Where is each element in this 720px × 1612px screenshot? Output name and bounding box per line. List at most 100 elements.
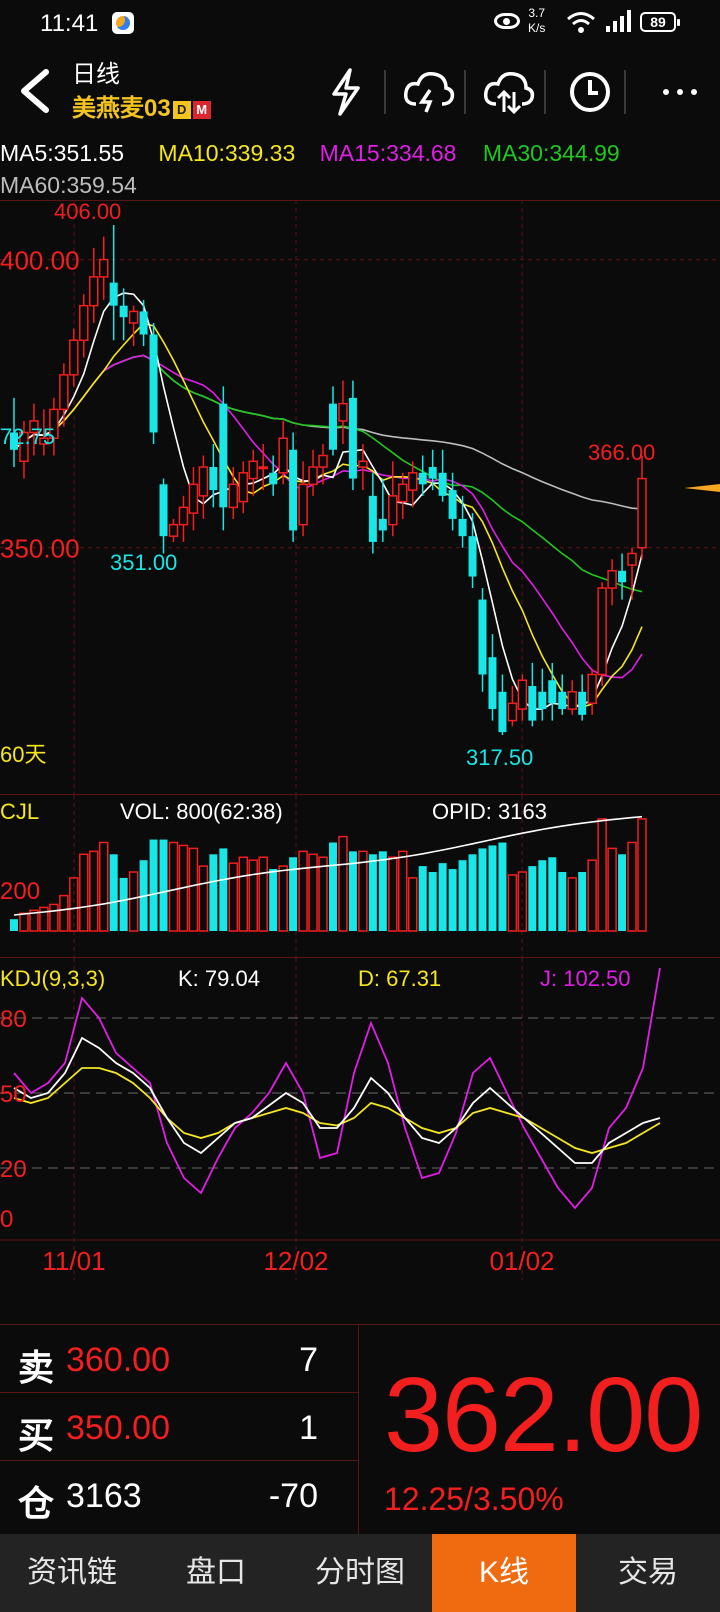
volume-bar [578,872,587,931]
candle-body [438,472,447,496]
oi-label: 仓 [18,1483,55,1524]
candle-body [378,518,387,531]
volume-bar [488,845,497,931]
volume-chart[interactable]: CJL VOL: 800(62:38) OPID: 3163 200 [0,795,720,957]
candle-body [388,495,398,526]
kdj-title: KDJ(9,3,3) [0,966,105,991]
volume-bar [258,856,268,932]
candle-body [407,472,418,491]
app-notification-icon [112,12,134,34]
volume-bar [168,841,179,932]
volume-bar [627,841,637,932]
header-separator [624,70,626,114]
kdj-chart[interactable]: KDJ(9,3,3) K: 79.04 D: 67.31 J: 102.50 80 50 2… [0,958,720,1280]
candle-body [498,691,507,733]
candle-body [198,466,209,497]
candle-body [618,570,627,583]
volume-bar [248,859,258,932]
candle-body [289,449,298,531]
header-separator [464,70,466,114]
cloud-lightning-icon[interactable] [398,64,458,120]
more-icon[interactable] [652,64,712,120]
price-change: 12.25/3.50% [384,1481,564,1517]
tab-trade[interactable]: 交易 [576,1534,720,1612]
candle-body [507,702,518,722]
kdj-d-line [13,1067,661,1154]
volume-bar [418,866,427,931]
sell-price: 360.00 [66,1341,170,1379]
volume-bar [219,848,228,931]
volume-bar [238,856,249,932]
candle-body [128,310,139,324]
volume-bar [128,871,139,932]
volume-bar [298,850,308,932]
candle-body [428,467,437,479]
volume-bar [10,919,18,931]
candlestick-chart[interactable]: 400.00 350.00 406.00 72.75 351.00 317.50 366.0… [0,200,720,794]
volume-bar [119,877,128,931]
volume-bar [109,854,118,931]
opid-value: OPID: 3163 [432,799,547,824]
tab-orderbook[interactable]: 盘口 [144,1534,288,1612]
eye-icon [494,13,520,29]
candle-body [597,587,607,676]
volume-bar [458,860,467,931]
battery-icon: 89 [640,12,680,32]
cloud-sync-icon[interactable] [478,64,538,120]
volume-bar [428,872,437,931]
candle-body [69,339,79,376]
candle-body [228,483,239,509]
symbol-title[interactable]: 美燕麦03 D M [72,88,211,123]
top-header: 日线 美燕麦03 D M [0,48,720,134]
volume-bar [388,856,398,932]
wifi-icon [567,12,595,33]
back-arrow-icon[interactable] [14,64,58,118]
candle-body [79,304,89,342]
last-high-label: 366.00 [588,440,655,465]
volume-bar [448,869,457,931]
lightning-icon[interactable] [316,64,376,120]
tab-news[interactable]: 资讯链 [0,1534,144,1612]
volume-bar [498,842,507,931]
candle-body [338,402,348,422]
sell-qty: 7 [299,1341,318,1379]
volume-bar [528,866,537,931]
sell-row[interactable]: 卖 360.00 7 [0,1325,358,1393]
price-axis-label: 400.00 [0,246,80,276]
vol-title: CJL [0,799,39,824]
volume-bar [607,847,617,932]
header-separator [544,70,546,114]
volume-bar [328,842,337,931]
buy-row[interactable]: 买 350.00 1 [0,1393,358,1461]
candle-body [59,374,69,411]
kdj-axis-label: 0 [0,1206,13,1233]
volume-bar [398,850,408,932]
candle-body [567,691,577,710]
tab-kline[interactable]: K线 [432,1534,576,1612]
candle-body [318,454,328,468]
quote-panel: 卖 360.00 7 买 350.00 1 仓 3163 -70 362.00 … [0,1324,720,1535]
kdj-j-value: J: 102.50 [540,966,631,991]
candle-body [119,305,128,318]
candle-body [98,258,109,278]
clock-icon[interactable] [560,64,620,120]
volume-bar [637,818,647,932]
volume-bar [587,859,597,932]
badge-d: D [172,101,191,119]
volume-bar [49,903,59,932]
tab-intraday[interactable]: 分时图 [288,1534,432,1612]
volume-bar [269,869,278,931]
volume-bar [159,839,168,931]
candle-body [418,472,427,485]
kdj-k-value: K: 79.04 [178,966,260,991]
candle-body [139,311,148,335]
ma10-line [13,322,643,709]
candle-body [368,495,377,542]
sell-label: 卖 [18,1347,55,1388]
candle-body [238,472,249,503]
date-label: 11/01 [42,1246,105,1276]
volume-bar [478,848,487,931]
high-price-label: 406.00 [54,200,121,224]
volume-bar [338,835,348,932]
buy-price: 350.00 [66,1409,170,1447]
